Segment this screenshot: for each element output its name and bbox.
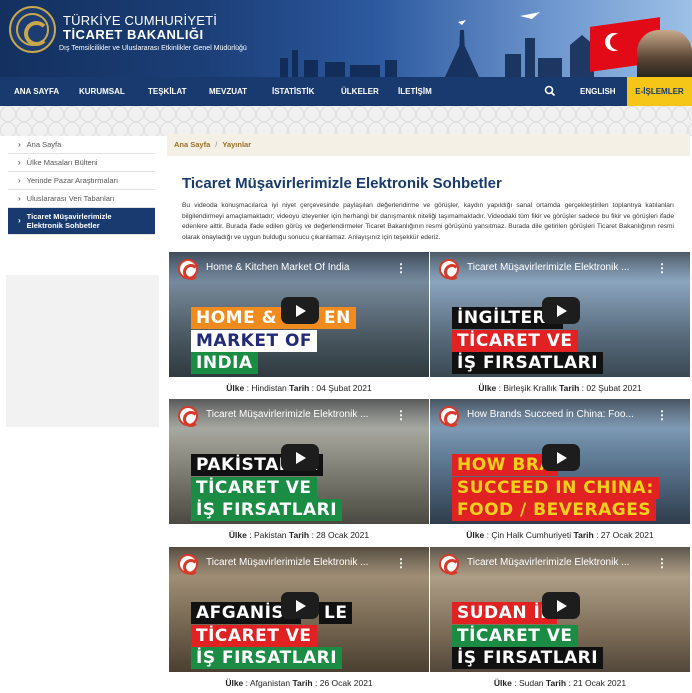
chevron-right-icon: › [18, 140, 21, 149]
play-button-icon[interactable] [542, 297, 580, 324]
channel-logo-icon [439, 259, 460, 280]
thumbnail-caption: INDIA [191, 352, 258, 374]
play-button-icon[interactable] [281, 592, 319, 619]
skyline-illustration [280, 12, 594, 77]
nav-teskilat[interactable]: TEŞKİLAT [148, 77, 187, 106]
play-button-icon[interactable] [281, 444, 319, 471]
channel-logo-icon [178, 259, 199, 280]
play-button-icon[interactable] [281, 297, 319, 324]
chevron-right-icon: › [18, 158, 21, 167]
play-button-icon[interactable] [542, 444, 580, 471]
thumbnail-caption: FOOD / BEVERAGES [452, 499, 657, 521]
video-title: Ticaret Müşavirlerimizle Elektronik ... [467, 262, 630, 273]
main-nav: ANA SAYFA KURUMSAL TEŞKİLAT MEVZUAT İSTA… [0, 77, 692, 106]
thumbnail-caption: TİCARET VE [452, 625, 578, 647]
video-card[interactable]: Ticaret Müşavirlerimizle Elektronik ... … [169, 547, 429, 672]
more-options-icon[interactable]: ⋮ [656, 408, 668, 422]
page-title: Ticaret Müşavirlerimizle Elektronik Sohb… [182, 175, 502, 192]
e-islemler-button[interactable]: E-İŞLEMLER [627, 77, 692, 106]
video-card[interactable]: Ticaret Müşavirlerimizle Elektronik ... … [430, 547, 690, 672]
video-title: Ticaret Müşavirlerimizle Elektronik ... [467, 557, 630, 568]
more-options-icon[interactable]: ⋮ [656, 261, 668, 275]
video-card[interactable]: Ticaret Müşavirlerimizle Elektronik ... … [430, 252, 690, 377]
video-title: Ticaret Müşavirlerimizle Elektronik ... [206, 409, 369, 420]
intro-text: Bu videoda konuşmacılarca iyi niyet çerç… [182, 202, 674, 242]
breadcrumb-home[interactable]: Ana Sayfa [174, 140, 210, 149]
search-icon[interactable] [543, 84, 557, 98]
ministry-logo[interactable] [9, 6, 56, 53]
chevron-right-icon: › [18, 194, 21, 203]
channel-logo-icon [439, 554, 460, 575]
video-card[interactable]: Ticaret Müşavirlerimizle Elektronik ... … [169, 399, 429, 524]
video-title: How Brands Succeed in China: Foo... [467, 409, 634, 420]
play-button-icon[interactable] [542, 592, 580, 619]
chevron-right-icon: › [18, 216, 21, 226]
sidebar-item-pazar-arastirmalari[interactable]: › Yerinde Pazar Araştırmaları [8, 172, 155, 190]
nav-kurumsal[interactable]: KURUMSAL [79, 77, 125, 106]
decorative-pattern [0, 106, 692, 136]
video-caption: Ülke : Hindistan Tarih : 04 Şubat 2021 [226, 383, 372, 393]
thumbnail-caption: SUDAN İL [452, 602, 557, 624]
video-title: Home & Kitchen Market Of India [206, 262, 350, 273]
video-title: Ticaret Müşavirlerimizle Elektronik ... [206, 557, 369, 568]
nav-istatistik[interactable]: İSTATİSTİK [272, 77, 314, 106]
video-caption: Ülke : Pakistan Tarih : 28 Ocak 2021 [228, 530, 370, 540]
nav-ana-sayfa[interactable]: ANA SAYFA [14, 77, 59, 106]
thumbnail-caption: İŞ FIRSATLARI [452, 647, 604, 669]
nav-ulkeler[interactable]: ÜLKELER [341, 77, 379, 106]
breadcrumb: Ana Sayfa / Yayınlar [167, 134, 690, 156]
channel-logo-icon [439, 406, 460, 427]
brand-line2: TİCARET BAKANLIĞI [63, 27, 204, 42]
video-caption: Ülke : Sudan Tarih : 21 Ocak 2021 [493, 678, 627, 688]
video-caption: Ülke : Afganistan Tarih : 26 Ocak 2021 [225, 678, 373, 688]
thumbnail-caption: İŞ FIRSATLARI [191, 647, 343, 669]
more-options-icon[interactable]: ⋮ [395, 408, 407, 422]
chevron-right-icon: › [18, 176, 21, 185]
thumbnail-caption: İŞ FIRSATLARI [452, 352, 604, 374]
sidebar-placeholder-box [6, 275, 159, 427]
more-options-icon[interactable]: ⋮ [395, 261, 407, 275]
video-card[interactable]: How Brands Succeed in China: Foo... ⋮ HO… [430, 399, 690, 524]
nav-mevzuat[interactable]: MEVZUAT [209, 77, 247, 106]
sidebar-item-elektronik-sohbetler[interactable]: › Ticaret Müşavirlerimizle Elektronik Soh… [8, 208, 155, 235]
thumbnail-caption: SUCCEED IN CHINA: [452, 477, 659, 499]
thumbnail-caption: TİCARET VE [191, 625, 317, 647]
sidebar-item-veri-tabanlari[interactable]: › Uluslararası Veri Tabanları [8, 190, 155, 208]
thumbnail-caption: İŞ FIRSATLARI [191, 499, 343, 521]
video-card[interactable]: Home & Kitchen Market Of India ⋮ HOME & … [169, 252, 429, 377]
more-options-icon[interactable]: ⋮ [395, 556, 407, 570]
more-options-icon[interactable]: ⋮ [656, 556, 668, 570]
header-banner: TÜRKİYE CUMHURİYETİ TİCARET BAKANLIĞI Dı… [0, 0, 692, 77]
channel-logo-icon [178, 554, 199, 575]
channel-logo-icon [178, 406, 199, 427]
sidebar-item-ulke-masalari[interactable]: › Ülke Masaları Bülteni [8, 154, 155, 172]
nav-iletisim[interactable]: İLETİŞİM [398, 77, 432, 106]
brand-line1: TÜRKİYE CUMHURİYETİ [63, 13, 218, 28]
sidebar: › Ana Sayfa › Ülke Masaları Bülteni › Yerin… [8, 136, 155, 235]
thumbnail-caption: TİCARET VE [452, 330, 578, 352]
thumbnail-caption: EN [319, 307, 356, 329]
video-caption: Ülke : Birleşik Krallık Tarih : 02 Şubat… [478, 383, 642, 393]
video-caption: Ülke : Çin Halk Cumhuriyeti Tarih : 27 O… [466, 530, 654, 540]
thumbnail-caption: LE [319, 602, 353, 624]
breadcrumb-current[interactable]: Yayınlar [222, 140, 251, 149]
portrait-image [637, 30, 692, 77]
sidebar-item-ana-sayfa[interactable]: › Ana Sayfa [8, 136, 155, 154]
thumbnail-caption: TİCARET VE [191, 477, 317, 499]
brand-line3: Dış Temsilcilikler ve Uluslararası Etkin… [59, 45, 247, 52]
nav-english[interactable]: ENGLISH [580, 77, 616, 106]
thumbnail-caption: MARKET OF [191, 330, 318, 352]
